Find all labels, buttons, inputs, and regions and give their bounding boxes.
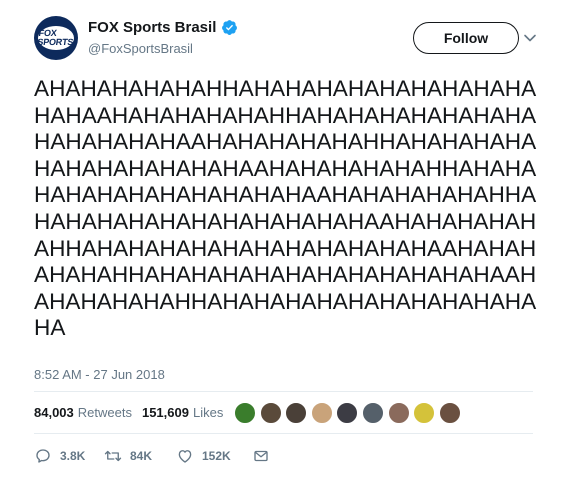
fox-sports-logo: FOX SPORTS (36, 26, 74, 50)
divider (34, 391, 533, 392)
tweet-text-line: HA (34, 315, 66, 341)
liker-avatar[interactable] (387, 402, 410, 424)
liker-avatar[interactable] (361, 402, 384, 424)
tweet-text-line: AHAHAHHAHAHAHAHAHAHAHAHAHAHAHAAH (34, 262, 537, 288)
retweets-label: Retweets (77, 404, 132, 420)
tweet-text: AHAHAHAHAHAHHAHAHAHAHAHAHAHAHAHA HAHAAHA… (34, 76, 544, 342)
likes-label: Likes (192, 404, 224, 420)
tweet-text-line: AHAHAHAHAHAHHAHAHAHAHAHAHAHAHAHA (34, 76, 537, 101)
account-handle[interactable]: @FoxSportsBrasil (88, 41, 193, 56)
tweet-stats: 84,003 Retweets 151,609 Likes (34, 402, 233, 422)
likes-stat[interactable]: 151,609 Likes (142, 405, 223, 420)
envelope-icon (254, 450, 268, 462)
tweet-actions: 3.8K 84K 152K (34, 445, 270, 467)
liker-avatar[interactable] (259, 402, 282, 424)
verified-badge-icon (222, 20, 238, 35)
follow-button[interactable]: Follow (413, 22, 519, 54)
tweet-card: FOX SPORTS FOX Sports Brasil @FoxSportsB… (0, 0, 567, 481)
heart-icon (178, 450, 192, 463)
tweet-timestamp[interactable]: 8:52 AM - 27 Jun 2018 (34, 367, 165, 382)
avatar-logo-text: FOX SPORTS (36, 28, 74, 47)
retweets-count: 84,003 (34, 404, 74, 420)
account-name-text[interactable]: FOX Sports Brasil (88, 19, 216, 36)
tweet-text-line: AHAHAHAHAHHAHAHAHAHAHAHAHAHAHAHA (34, 288, 537, 314)
divider (34, 433, 533, 434)
tweet-text-line: HAHAHAHAHAHAHAAHAHAHAHAHAHHAHAHA (34, 155, 537, 181)
liker-avatar[interactable] (234, 402, 256, 424)
tweet-text-line: HAHAHAHAHAHAHAHAHAHAHAAHAHAHAHAH (34, 208, 537, 234)
tweet-text-line: HAHAHAHAHAHAHAHAHAAHAHAHAHAHAHHA (34, 182, 537, 208)
liker-avatars (234, 401, 464, 425)
avatar[interactable]: FOX SPORTS (34, 16, 78, 60)
liker-avatar[interactable] (285, 402, 308, 424)
tweet-text-line: AHHAHAHAHAHAHAHAHAHAHAHAHAAHAHAH (34, 235, 537, 261)
retweet-button[interactable]: 84K (104, 447, 176, 465)
liker-avatar[interactable] (438, 402, 461, 424)
like-count: 152K (202, 449, 231, 463)
reply-count: 3.8K (60, 449, 86, 463)
liker-avatar[interactable] (413, 402, 436, 424)
retweets-stat[interactable]: 84,003 Retweets (34, 405, 132, 420)
direct-message-button[interactable] (252, 447, 270, 465)
likes-count: 151,609 (141, 404, 189, 420)
account-name[interactable]: FOX Sports Brasil (88, 19, 238, 36)
reply-icon (36, 449, 50, 463)
like-button[interactable]: 152K (176, 447, 252, 465)
retweet-count: 84K (130, 449, 153, 463)
tweet-text-line: HAHAHAHAHAAHAHAHAHAHAHHAHAHAHAHA (34, 129, 537, 155)
chevron-down-icon[interactable] (523, 31, 537, 45)
tweet-text-line: HAHAAHAHAHAHAHAHHAHAHAHAHAHAHAHA (34, 102, 537, 128)
liker-avatar[interactable] (310, 402, 333, 424)
reply-button[interactable]: 3.8K (34, 447, 104, 465)
liker-avatar[interactable] (336, 402, 359, 424)
retweet-icon (104, 450, 122, 462)
